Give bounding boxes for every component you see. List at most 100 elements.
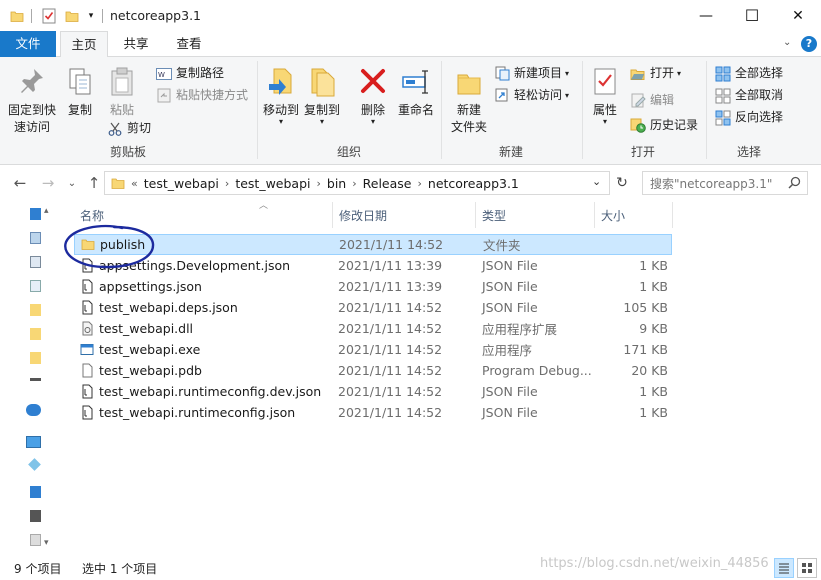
chevron-right-icon[interactable]: › bbox=[417, 177, 421, 190]
breadcrumb-item[interactable]: Release bbox=[363, 176, 412, 191]
videos-icon[interactable] bbox=[30, 486, 41, 498]
file-date: 2021/1/11 14:52 bbox=[338, 363, 443, 378]
move-to-button[interactable]: 移动到 ▾ bbox=[262, 67, 300, 126]
paste-shortcut-button[interactable]: 粘贴快捷方式 bbox=[155, 87, 248, 104]
ribbon-expand-icon[interactable]: ⌄ bbox=[783, 37, 791, 48]
scroll-up-icon[interactable]: ▴ bbox=[44, 206, 49, 216]
edit-button[interactable]: 编辑 bbox=[629, 92, 674, 109]
chevron-right-icon[interactable]: › bbox=[316, 177, 320, 190]
file-row[interactable]: appsettings.json 2021/1/11 13:39 JSON File… bbox=[74, 276, 672, 297]
group-label-clipboard: 剪贴板 bbox=[109, 145, 146, 159]
folder-icon[interactable] bbox=[30, 304, 41, 316]
quick-access-icon[interactable] bbox=[30, 208, 41, 220]
file-row[interactable]: test_webapi.dll 2021/1/11 14:52 应用程序扩展 9 KB bbox=[74, 318, 672, 339]
breadcrumb-item[interactable]: bin bbox=[327, 176, 346, 191]
history-icon bbox=[629, 118, 647, 134]
pictures-icon[interactable] bbox=[30, 280, 41, 292]
3d-objects-icon[interactable] bbox=[28, 458, 41, 471]
pin-to-quick-access-button[interactable]: 固定到快 速访问 bbox=[4, 67, 60, 136]
chevron-right-icon[interactable]: › bbox=[352, 177, 356, 190]
documents-icon[interactable] bbox=[30, 534, 41, 546]
documents-icon[interactable] bbox=[30, 256, 41, 268]
folder-icon[interactable] bbox=[30, 352, 41, 364]
file-type: JSON File bbox=[482, 384, 538, 399]
folder-icon bbox=[9, 7, 25, 25]
help-button[interactable]: ? bbox=[801, 36, 817, 52]
file-row[interactable]: test_webapi.pdb 2021/1/11 14:52 Program De… bbox=[74, 360, 672, 381]
select-none-button[interactable]: 全部取消 bbox=[714, 87, 783, 104]
back-arrow-icon[interactable]: ← bbox=[10, 172, 30, 194]
tab-share[interactable]: 共享 bbox=[112, 31, 160, 57]
tab-view[interactable]: 查看 bbox=[164, 31, 214, 57]
history-label: 历史记录 bbox=[650, 118, 699, 132]
file-row[interactable]: test_webapi.exe 2021/1/11 14:52 应用程序 171 KB bbox=[74, 339, 672, 360]
customize-quick-access-icon[interactable]: ▾ bbox=[84, 7, 98, 25]
desktop-icon[interactable] bbox=[30, 232, 41, 244]
file-row[interactable]: test_webapi.runtimeconfig.dev.json 2021/1… bbox=[74, 381, 672, 402]
paste-shortcut-label: 粘贴快捷方式 bbox=[176, 88, 249, 102]
breadcrumb-overflow[interactable]: « bbox=[131, 177, 138, 190]
file-row[interactable]: appsettings.Development.json 2021/1/11 13… bbox=[74, 255, 672, 276]
cut-button[interactable]: 剪切 bbox=[106, 120, 151, 137]
history-button[interactable]: 历史记录 bbox=[629, 117, 698, 134]
up-arrow-icon[interactable]: ↑ bbox=[84, 172, 104, 194]
column-header-date[interactable]: 修改日期 bbox=[333, 202, 475, 228]
select-all-button[interactable]: 全部选择 bbox=[714, 65, 783, 82]
copy-to-button[interactable]: 复制到 ▾ bbox=[303, 67, 341, 126]
invert-selection-button[interactable]: 反向选择 bbox=[714, 109, 783, 126]
file-name-cell: test_webapi.dll bbox=[74, 321, 324, 336]
details-view-icon[interactable] bbox=[774, 558, 794, 578]
file-row[interactable]: publish 2021/1/11 14:52 文件夹 bbox=[74, 234, 672, 255]
column-header-size[interactable]: 大小 bbox=[595, 202, 671, 228]
open-button[interactable]: 打开 ▾ bbox=[629, 65, 681, 82]
breadcrumb-item[interactable]: test_webapi bbox=[144, 176, 219, 191]
refresh-icon[interactable]: ↻ bbox=[612, 171, 632, 195]
column-header-type[interactable]: 类型 bbox=[476, 202, 594, 228]
delete-icon bbox=[361, 69, 385, 93]
new-item-label: 新建项目 bbox=[514, 66, 563, 80]
open-label: 打开 bbox=[650, 66, 675, 80]
file-date: 2021/1/11 13:39 bbox=[338, 258, 443, 273]
paste-button[interactable]: 粘贴 bbox=[104, 67, 140, 119]
breadcrumb-item[interactable]: netcoreapp3.1 bbox=[428, 176, 519, 191]
rename-icon bbox=[402, 70, 428, 94]
new-folder-quick-icon[interactable] bbox=[63, 7, 81, 25]
copy-path-button[interactable]: W 复制路径 bbox=[155, 65, 224, 82]
search-input[interactable]: 搜索"netcoreapp3.1" bbox=[642, 171, 808, 195]
json-file-icon bbox=[80, 405, 94, 420]
folder-icon[interactable] bbox=[30, 328, 41, 340]
tab-file[interactable]: 文件 bbox=[0, 31, 56, 57]
forward-arrow-icon[interactable]: → bbox=[38, 172, 58, 194]
recent-locations-chevron-icon[interactable]: ⌄ bbox=[62, 172, 82, 194]
chevron-right-icon[interactable]: › bbox=[225, 177, 229, 190]
new-folder-button[interactable]: 新建 文件夹 bbox=[446, 67, 492, 136]
tab-home[interactable]: 主页 bbox=[60, 31, 108, 58]
annotation-circle bbox=[64, 224, 155, 269]
address-history-chevron-icon[interactable]: ⌄ bbox=[592, 175, 601, 188]
edit-label: 编辑 bbox=[650, 93, 675, 107]
copy-button[interactable]: 复制 bbox=[63, 67, 97, 119]
breadcrumb-item[interactable]: test_webapi bbox=[235, 176, 310, 191]
delete-button[interactable]: 删除 ▾ bbox=[356, 67, 390, 126]
this-pc-icon[interactable] bbox=[26, 436, 41, 448]
address-bar[interactable]: « test_webapi › test_webapi › bin › Rele… bbox=[104, 171, 610, 195]
file-row[interactable]: test_webapi.runtimeconfig.json 2021/1/11 … bbox=[74, 402, 672, 423]
properties-button[interactable]: 属性 ▾ bbox=[588, 67, 622, 126]
onedrive-icon[interactable] bbox=[26, 404, 41, 416]
maximize-button[interactable]: ☐ bbox=[729, 0, 775, 31]
new-item-button[interactable]: 新建项目 ▾ bbox=[493, 65, 569, 82]
properties-quick-icon[interactable] bbox=[40, 7, 58, 25]
minimize-button[interactable]: — bbox=[683, 0, 729, 31]
rename-button[interactable]: 重命名 bbox=[396, 67, 436, 119]
dropdown-arrow-icon: ▾ bbox=[565, 91, 570, 100]
move-to-icon bbox=[269, 68, 292, 95]
easy-access-button[interactable]: 轻松访问 ▾ bbox=[493, 87, 569, 104]
divider bbox=[672, 202, 673, 228]
close-button[interactable]: ✕ bbox=[775, 0, 821, 31]
scroll-down-icon[interactable]: ▾ bbox=[44, 538, 49, 548]
file-date: 2021/1/11 14:52 bbox=[338, 384, 443, 399]
pictures-icon[interactable] bbox=[30, 510, 41, 522]
file-row[interactable]: test_webapi.deps.json 2021/1/11 14:52 JSON… bbox=[74, 297, 672, 318]
network-drive-icon[interactable] bbox=[30, 378, 41, 381]
large-icons-view-icon[interactable] bbox=[797, 558, 817, 578]
